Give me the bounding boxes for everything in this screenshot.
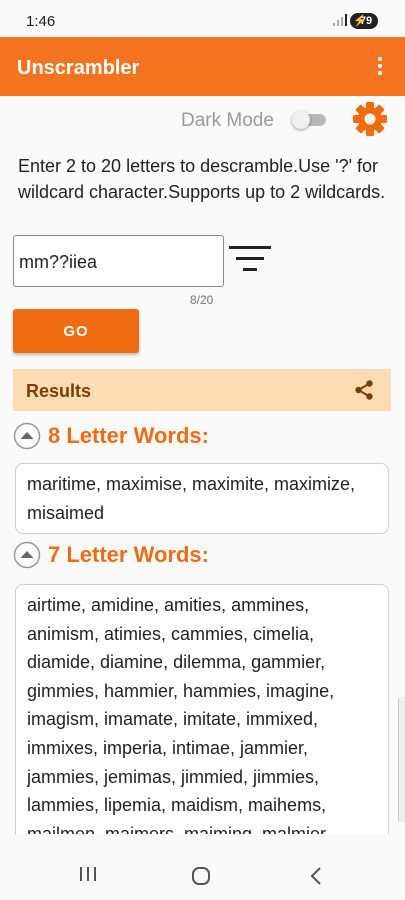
section-title: 8 Letter Words: [48, 423, 209, 448]
word-list-card: maritime, maximise, maximite, maximize, … [15, 463, 389, 534]
char-counter: 8/20 [190, 293, 214, 307]
dark-mode-toggle[interactable] [292, 111, 326, 129]
section-title: 7 Letter Words: [48, 542, 209, 567]
status-time: 1:46 [26, 13, 56, 30]
overflow-menu-icon[interactable] [370, 55, 390, 79]
dark-mode-label: Dark Mode [181, 110, 274, 131]
share-icon[interactable] [353, 379, 375, 401]
battery-icon: ⚡ 79 [350, 13, 378, 29]
section-header-7-letter[interactable]: 7 Letter Words: [13, 540, 209, 570]
section-header-8-letter[interactable]: 8 Letter Words: [13, 421, 209, 451]
filter-icon[interactable] [229, 244, 271, 274]
collapse-up-icon[interactable] [13, 422, 41, 450]
charging-icon: ⚡ [353, 15, 367, 27]
signal-icon [333, 14, 347, 26]
word-list-card: airtime, amidine, amities, ammines, anim… [15, 584, 389, 834]
scroll-handle[interactable] [398, 697, 405, 822]
system-nav-bar [0, 834, 405, 900]
results-label: Results [26, 381, 92, 401]
back-icon[interactable] [307, 866, 325, 886]
gear-icon[interactable] [352, 101, 388, 137]
letters-input[interactable]: mm??iiea [13, 235, 224, 287]
home-icon[interactable] [191, 866, 211, 886]
go-button[interactable]: GO [13, 309, 139, 353]
instructions-text: Enter 2 to 20 letters to descramble.Use … [18, 156, 386, 202]
results-header: Results [13, 369, 391, 411]
status-bar: 1:46 ⚡ 79 [0, 0, 405, 37]
app-bar: Unscrambler [0, 37, 405, 96]
toggle-knob [292, 111, 310, 129]
recent-apps-icon[interactable] [79, 866, 97, 882]
collapse-up-icon[interactable] [13, 541, 41, 569]
app-title: Unscrambler [17, 57, 140, 79]
